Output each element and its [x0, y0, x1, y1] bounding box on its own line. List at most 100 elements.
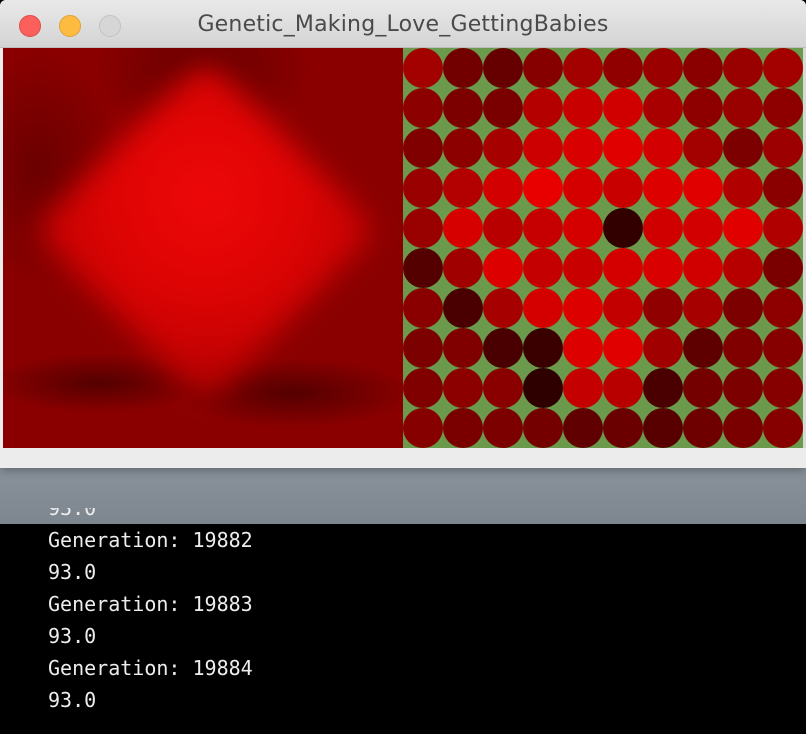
- genome-circle: [763, 248, 803, 288]
- genome-circle: [403, 328, 443, 368]
- genome-circle: [483, 328, 523, 368]
- console-line: Generation: 19884: [48, 656, 253, 680]
- genome-circle: [723, 128, 763, 168]
- genome-circle: [603, 408, 643, 448]
- genome-circle: [723, 328, 763, 368]
- genome-circle: [403, 368, 443, 408]
- genome-circle: [643, 48, 683, 88]
- genome-circle: [723, 208, 763, 248]
- genome-circle: [443, 368, 483, 408]
- genome-circle: [483, 408, 523, 448]
- genome-circle: [483, 208, 523, 248]
- genome-circle: [643, 408, 683, 448]
- genome-circle: [483, 368, 523, 408]
- genome-circle: [523, 128, 563, 168]
- genome-circle: [403, 408, 443, 448]
- genome-circle: [683, 208, 723, 248]
- genome-circle: [723, 168, 763, 208]
- genome-circle: [723, 248, 763, 288]
- genome-circle: [643, 128, 683, 168]
- console-line: 93.0: [48, 688, 97, 712]
- blurred-pattern-canvas: [3, 48, 403, 448]
- genome-circle: [643, 208, 683, 248]
- genome-circle: [683, 408, 723, 448]
- genome-circle: [523, 328, 563, 368]
- genome-circle: [763, 88, 803, 128]
- console-line: Generation: 19883: [48, 592, 253, 616]
- genome-circle: [763, 48, 803, 88]
- genome-circle: [683, 128, 723, 168]
- genome-circle: [523, 248, 563, 288]
- genome-circle: [523, 368, 563, 408]
- genome-circle: [563, 208, 603, 248]
- genome-circle: [683, 328, 723, 368]
- genome-circle: [723, 48, 763, 88]
- genome-circle: [683, 288, 723, 328]
- window-titlebar[interactable]: Genetic_Making_Love_GettingBabies: [0, 0, 806, 48]
- genome-circle: [483, 88, 523, 128]
- genome-circle: [523, 408, 563, 448]
- genome-circle: [763, 168, 803, 208]
- console-output: 93.0 Generation: 19882 93.0 Generation: …: [48, 508, 748, 716]
- genome-circle: [723, 368, 763, 408]
- genome-circle: [523, 48, 563, 88]
- genome-circle: [603, 208, 643, 248]
- genome-circle: [443, 168, 483, 208]
- genome-circle: [683, 88, 723, 128]
- circle-grid-canvas: [403, 48, 803, 448]
- red-diamond-shape: [32, 57, 379, 404]
- genome-circle: [443, 88, 483, 128]
- console-line: 93.0: [48, 560, 97, 584]
- genome-circle: [483, 248, 523, 288]
- genome-circle: [603, 88, 643, 128]
- genome-circle: [643, 168, 683, 208]
- genome-circle: [563, 248, 603, 288]
- genome-circle: [483, 168, 523, 208]
- genome-circle: [443, 288, 483, 328]
- genome-circle: [443, 248, 483, 288]
- genome-circle: [643, 88, 683, 128]
- genome-circle: [523, 88, 563, 128]
- genome-circle: [603, 288, 643, 328]
- window-title: Genetic_Making_Love_GettingBabies: [197, 12, 609, 37]
- genome-circle: [683, 168, 723, 208]
- genome-circle: [603, 368, 643, 408]
- genome-circle: [403, 288, 443, 328]
- genome-circle: [443, 208, 483, 248]
- genome-circle: [763, 288, 803, 328]
- genome-circle: [403, 168, 443, 208]
- genome-circle: [563, 408, 603, 448]
- genome-circle: [403, 128, 443, 168]
- genome-circle: [643, 368, 683, 408]
- genome-circle: [563, 368, 603, 408]
- genome-circle: [523, 208, 563, 248]
- genome-circle: [403, 88, 443, 128]
- console-line-partial: 93.0: [48, 508, 97, 520]
- genome-circle: [523, 168, 563, 208]
- genome-circle: [763, 128, 803, 168]
- genome-circle: [523, 288, 563, 328]
- genome-circle: [723, 288, 763, 328]
- genome-circle: [443, 328, 483, 368]
- genome-circle: [603, 168, 643, 208]
- genome-circle: [763, 408, 803, 448]
- genome-circle: [563, 168, 603, 208]
- genome-circle: [723, 88, 763, 128]
- genome-circle: [563, 48, 603, 88]
- console-line: Generation: 19882: [48, 528, 253, 552]
- genome-circle: [563, 88, 603, 128]
- genome-circle: [403, 248, 443, 288]
- genome-circle: [683, 48, 723, 88]
- genome-circle: [603, 328, 643, 368]
- genome-circle: [483, 288, 523, 328]
- genome-circle: [683, 248, 723, 288]
- sketch-window: Genetic_Making_Love_GettingBabies: [0, 0, 806, 468]
- genome-circle: [603, 128, 643, 168]
- genome-circle: [483, 128, 523, 168]
- genome-circle: [763, 368, 803, 408]
- genome-circle: [603, 248, 643, 288]
- genome-circle: [403, 48, 443, 88]
- genome-circle: [763, 208, 803, 248]
- genome-circle: [403, 208, 443, 248]
- genome-circle: [483, 48, 523, 88]
